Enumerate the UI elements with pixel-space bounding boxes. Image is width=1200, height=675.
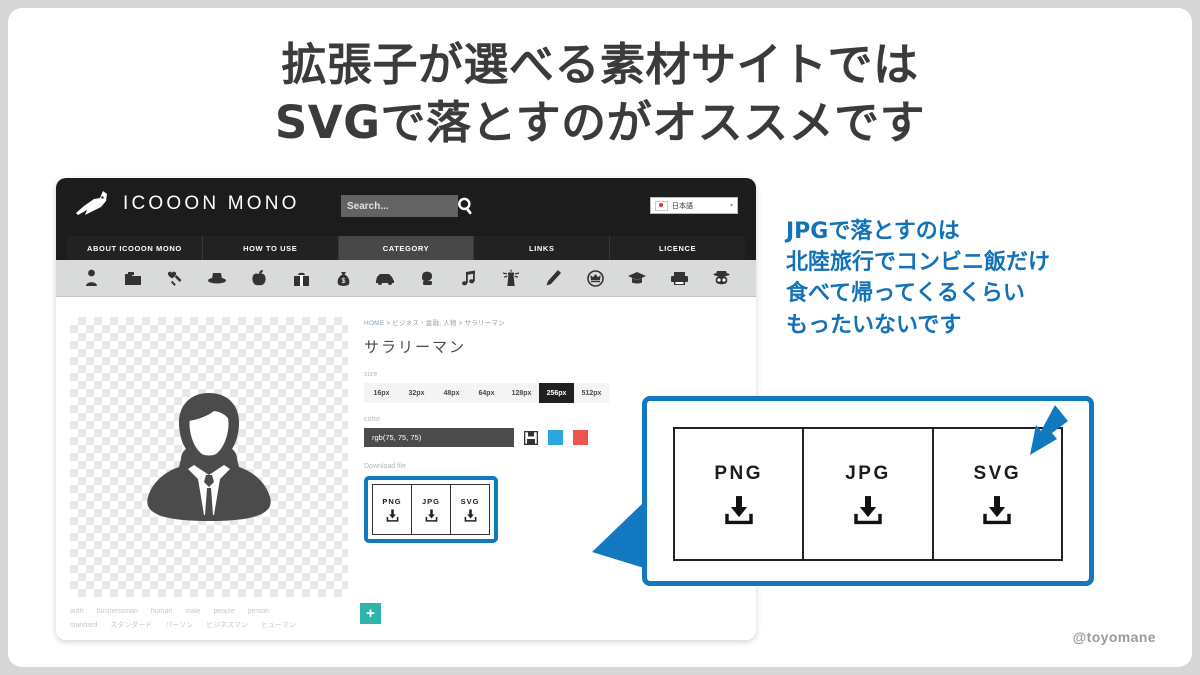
color-swatch-red[interactable] [573,430,588,445]
chevron-down-icon: ▾ [729,203,733,209]
site-logo[interactable]: ICOOON MONO [74,189,300,219]
tag-sutandado[interactable]: スタンダード [110,620,152,630]
boxing-glove-icon[interactable] [406,270,448,287]
tag-businessman[interactable]: businessman [97,608,138,615]
callout-png-label: PNG [714,463,763,484]
color-input[interactable]: rgb(75, 75, 75) [364,428,514,447]
tag-human-jp[interactable]: ヒューマン [261,620,296,630]
tags-row-english: auth businessman human male people perso… [70,608,742,615]
download-icon [983,496,1012,525]
tag-auth[interactable]: auth [70,608,84,615]
download-png-button[interactable]: PNG [372,484,412,535]
tag-human[interactable]: human [151,608,172,615]
graduation-cap-icon[interactable] [616,271,658,285]
page-title: 拡張子が選べる素材サイトでは SVGで落とすのがオススメです [8,36,1192,151]
size-option-16px[interactable]: 16px [364,383,399,403]
language-selector[interactable]: 日本語 ▾ [650,197,738,214]
hat-icon[interactable] [196,271,238,285]
apple-icon[interactable] [238,269,280,287]
nav-item-licence[interactable]: LICENCE [610,236,745,260]
download-icon [854,496,882,525]
annotation-line-1: JPGで落とすのは [786,219,960,244]
crown-circle-icon[interactable] [574,269,616,287]
headline-line-1: 拡張子が選べる素材サイトでは [281,38,919,91]
money-bag-icon[interactable]: $ [322,269,364,287]
callout-jpg-label: JPG [845,463,891,484]
save-disk-icon[interactable] [524,430,538,445]
lighthouse-icon[interactable] [490,269,532,287]
site-header: ICOOON MONO 日本語 ▾ [56,178,756,236]
salaryman-icon [147,392,271,521]
item-title: サラリーマン [364,339,467,356]
music-note-icon[interactable] [448,270,490,287]
blue-arrow-icon [1030,405,1068,455]
callout-jpg-button[interactable]: JPG [802,427,934,561]
annotation-line-3: 食べて帰ってくるくらい [786,281,1025,307]
slide-card: 拡張子が選べる素材サイトでは SVGで落とすのがオススメです ICOOON MO… [8,8,1192,667]
callout-png-button[interactable]: PNG [673,427,805,561]
svg-text:$: $ [341,278,345,285]
japan-flag-icon [655,200,668,211]
breadcrumb[interactable]: HOME > ビジネス・金融, 人物 > サラリーマン [364,317,742,327]
download-icon [386,509,398,522]
size-label: size [364,371,378,378]
horse-head-icon [76,191,107,215]
category-icon-bar: $ [56,260,756,297]
tags-row-japanese: standard スタンダード パーソン ビジネスマン ヒューマン [70,620,742,630]
size-option-32px[interactable]: 32px [399,383,434,403]
site-logo-text: ICOOON MONO [123,193,300,214]
watermark: @toyomane [1072,629,1156,645]
callout-pointer-icon [592,502,644,568]
skull-hat-icon[interactable] [700,269,742,287]
car-icon[interactable] [364,272,406,285]
size-options: 16px 32px 48px 64px 128px 256px 512px [364,383,609,403]
nav-item-category[interactable]: CATEGORY [338,236,475,260]
annotation-line-4: もったいないです [786,312,962,338]
tag-standard[interactable]: standard [70,622,97,629]
nav-item-links[interactable]: LINKS [474,236,611,260]
pencil-icon[interactable] [532,269,574,287]
search-input[interactable] [341,195,458,217]
size-option-48px[interactable]: 48px [434,383,469,403]
nav-item-about[interactable]: ABOUT ICOOON MONO [67,236,203,260]
tag-male[interactable]: male [185,608,200,615]
download-svg-button[interactable]: SVG [450,484,490,535]
size-option-128px[interactable]: 128px [504,383,539,403]
download-buttons: PNG JPG SVG [372,484,490,535]
tags-bar: auth businessman human male people perso… [56,600,756,640]
site-nav: ABOUT ICOOON MONO HOW TO USE CATEGORY LI… [56,236,756,260]
tag-person-jp[interactable]: パーソン [165,620,193,630]
download-jpg-label: JPG [421,497,440,506]
tag-person[interactable]: person [248,608,269,615]
tag-people[interactable]: people [213,608,234,615]
download-highlight-box: PNG JPG SVG [364,476,498,543]
download-icon [724,496,753,525]
size-option-256px[interactable]: 256px [539,383,574,403]
color-swatch-blue[interactable] [548,430,563,445]
download-svg-label: SVG [460,497,480,506]
gift-icon[interactable] [280,270,322,287]
syringe-heart-icon[interactable] [154,269,196,287]
slide-root: 拡張子が選べる素材サイトでは SVGで落とすのがオススメです ICOOON MO… [0,0,1200,675]
annotation-text: JPGで落とすのは 北陸旅行でコンビニ飯だけ 食べて帰ってくるくらい もったいな… [786,216,1050,341]
download-png-label: PNG [382,497,402,506]
nav-item-how-to-use[interactable]: HOW TO USE [202,236,339,260]
callout-download-buttons: PNG JPG SVG [673,427,1063,561]
headline-line-2: SVGで落とすのがオススメです [274,95,926,149]
folder-icon[interactable] [112,271,154,286]
icon-preview-canvas [70,317,348,597]
size-option-64px[interactable]: 64px [469,383,504,403]
download-icon [464,509,476,522]
annotation-line-2: 北陸旅行でコンビニ飯だけ [786,250,1051,276]
search-icon[interactable] [456,194,476,218]
person-icon[interactable] [70,269,112,287]
language-label: 日本語 [672,202,693,210]
download-icon [425,509,437,522]
size-option-512px[interactable]: 512px [574,383,609,403]
add-tag-button[interactable]: + [360,603,381,624]
printer-icon[interactable] [658,271,700,286]
tag-businessman-jp[interactable]: ビジネスマン [206,620,248,630]
download-jpg-button[interactable]: JPG [411,484,451,535]
